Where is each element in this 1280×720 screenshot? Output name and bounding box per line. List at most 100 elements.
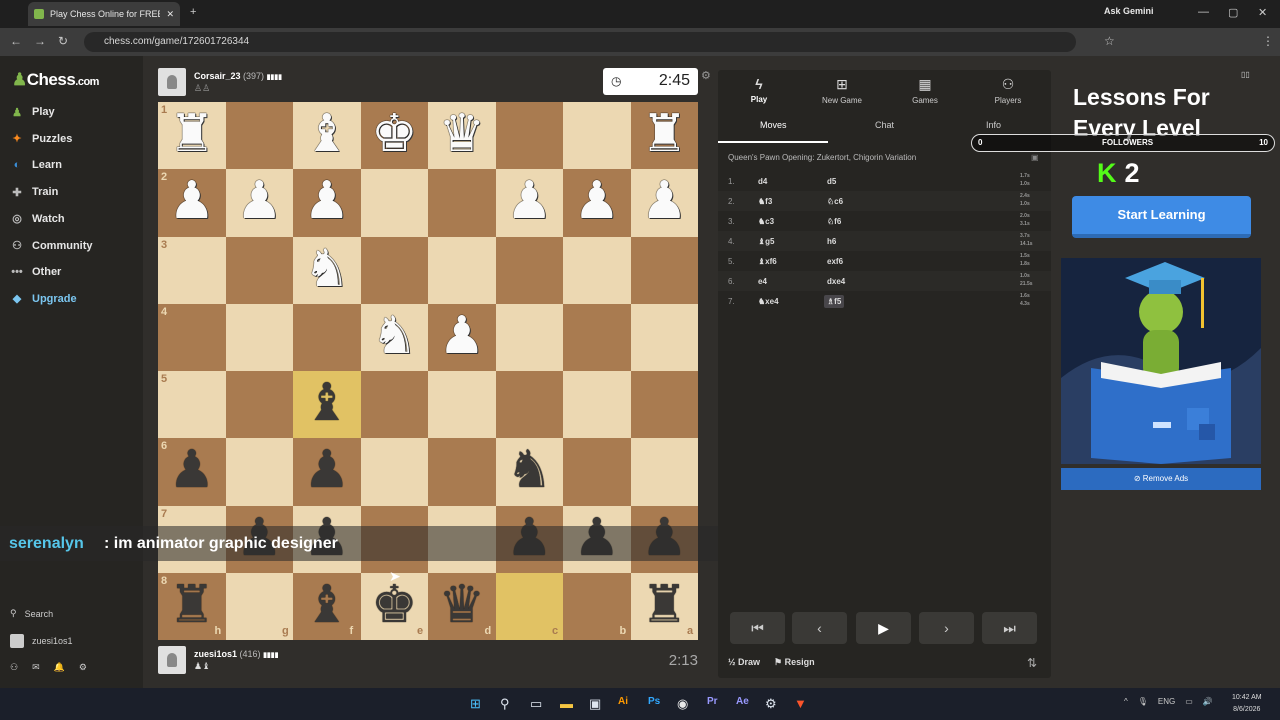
- ask-gemini-button[interactable]: Ask Gemini: [1104, 6, 1154, 16]
- black-piece[interactable]: ♝: [293, 371, 361, 438]
- board-square[interactable]: [495, 303, 563, 371]
- board-square[interactable]: [630, 438, 698, 506]
- board-square[interactable]: [428, 236, 496, 304]
- board-square[interactable]: [495, 236, 563, 304]
- white-move[interactable]: e4: [758, 277, 767, 286]
- brave-icon[interactable]: ▼: [794, 696, 807, 711]
- app-icon[interactable]: ⚙: [765, 696, 777, 712]
- black-piece[interactable]: ♜: [631, 573, 699, 640]
- subtab-chat[interactable]: Chat: [875, 120, 894, 130]
- opening-book-icon[interactable]: ▣: [1031, 153, 1039, 162]
- maximize-icon[interactable]: ▢: [1228, 6, 1238, 19]
- board-square[interactable]: [360, 236, 428, 304]
- white-move[interactable]: ♞c3: [758, 217, 774, 226]
- notifications-icon[interactable]: 🔔: [54, 662, 65, 673]
- bottom-player-avatar[interactable]: [158, 646, 186, 674]
- chrome-icon[interactable]: ◉: [677, 696, 688, 712]
- next-move-button[interactable]: ›: [919, 612, 974, 644]
- white-piece[interactable]: ♝: [293, 102, 361, 169]
- url-field[interactable]: chess.com/game/172601726344: [84, 32, 1076, 52]
- board-square[interactable]: [563, 371, 631, 439]
- network-icon[interactable]: ▭: [1185, 697, 1193, 706]
- board-square[interactable]: [630, 371, 698, 439]
- reload-icon[interactable]: ↻: [58, 34, 68, 48]
- white-piece[interactable]: ♞: [361, 304, 429, 371]
- board-settings-icon[interactable]: ⚙: [701, 69, 711, 82]
- white-move[interactable]: ♞xe4: [758, 297, 779, 306]
- sidebar-item-train[interactable]: ✚ Train: [10, 182, 58, 202]
- white-piece[interactable]: ♛: [428, 102, 496, 169]
- file-explorer-icon[interactable]: ▬: [560, 696, 573, 711]
- board-square[interactable]: [225, 102, 293, 170]
- ad-choices-icon[interactable]: ▯▯: [1241, 70, 1250, 79]
- last-move-button[interactable]: ⏭: [982, 612, 1037, 644]
- resign-button[interactable]: ⚑ Resign: [774, 657, 815, 668]
- chess-logo[interactable]: ♟Chess.com: [12, 70, 99, 90]
- start-learning-button[interactable]: Start Learning: [1072, 196, 1251, 238]
- black-move[interactable]: ♗f5: [824, 295, 845, 308]
- white-piece[interactable]: ♟: [563, 169, 631, 236]
- white-piece[interactable]: ♟: [428, 304, 496, 371]
- first-move-button[interactable]: ⏮: [730, 612, 785, 644]
- board-square[interactable]: [225, 303, 293, 371]
- after-effects-icon[interactable]: Ae: [736, 696, 749, 707]
- black-piece[interactable]: ♜: [158, 573, 226, 640]
- browser-tab[interactable]: Play Chess Online for FREE ✕: [28, 2, 180, 26]
- white-piece[interactable]: ♜: [631, 102, 699, 169]
- illustrator-icon[interactable]: Ai: [618, 696, 628, 707]
- subtab-moves[interactable]: Moves: [760, 120, 787, 130]
- board-square[interactable]: [225, 371, 293, 439]
- flip-board-icon[interactable]: ⇅: [1027, 656, 1037, 670]
- tab-new-game[interactable]: ⊞ New Game: [802, 76, 882, 105]
- white-move[interactable]: ♝g5: [758, 237, 775, 246]
- volume-icon[interactable]: 🔊: [1203, 697, 1213, 706]
- white-piece[interactable]: ♟: [158, 169, 226, 236]
- premiere-icon[interactable]: Pr: [707, 696, 718, 707]
- sidebar-item-learn[interactable]: ◐ Learn: [10, 155, 62, 175]
- sidebar-search[interactable]: ⚲ Search: [10, 608, 53, 619]
- board-square[interactable]: [495, 371, 563, 439]
- white-move[interactable]: d4: [758, 177, 767, 186]
- black-move[interactable]: dxe4: [824, 275, 848, 288]
- sidebar-item-puzzles[interactable]: ✦ Puzzles: [10, 129, 72, 149]
- play-moves-button[interactable]: ▶: [856, 612, 911, 644]
- white-move[interactable]: ♞f3: [758, 197, 772, 206]
- board-square[interactable]: [563, 102, 631, 170]
- board-square[interactable]: [158, 236, 226, 304]
- board-square[interactable]: [225, 438, 293, 506]
- white-piece[interactable]: ♟: [631, 169, 699, 236]
- black-piece[interactable]: ♞: [496, 438, 564, 505]
- settings-gear-icon[interactable]: ⚙: [79, 662, 87, 673]
- sidebar-user[interactable]: zuesi1os1: [10, 634, 73, 648]
- task-view-icon[interactable]: ▭: [530, 696, 542, 712]
- tab-play[interactable]: ϟ Play: [719, 76, 799, 104]
- board-square[interactable]: [293, 303, 361, 371]
- friends-icon[interactable]: ⚇: [10, 662, 18, 673]
- board-square[interactable]: [428, 169, 496, 237]
- black-move[interactable]: h6: [824, 235, 839, 248]
- new-tab-icon[interactable]: +: [190, 6, 196, 18]
- board-square[interactable]: [630, 236, 698, 304]
- bottom-player-name[interactable]: zuesi1os1: [194, 649, 237, 659]
- board-square[interactable]: [158, 303, 226, 371]
- board-square[interactable]: [360, 371, 428, 439]
- black-piece[interactable]: ♛: [428, 573, 496, 640]
- bookmark-star-icon[interactable]: ☆: [1104, 34, 1115, 48]
- draw-button[interactable]: ½ Draw: [728, 657, 760, 667]
- board-square[interactable]: [563, 303, 631, 371]
- board-square[interactable]: [158, 371, 226, 439]
- white-piece[interactable]: ♟: [226, 169, 294, 236]
- black-move[interactable]: d5: [824, 175, 839, 188]
- board-square[interactable]: [360, 169, 428, 237]
- board-square[interactable]: [225, 236, 293, 304]
- messages-icon[interactable]: ✉: [32, 662, 40, 673]
- sidebar-item-watch[interactable]: ◎ Watch: [10, 209, 64, 229]
- photoshop-icon[interactable]: Ps: [648, 696, 660, 707]
- forward-icon[interactable]: →: [34, 34, 46, 48]
- sidebar-item-other[interactable]: ••• Other: [10, 262, 61, 282]
- white-piece[interactable]: ♚: [361, 102, 429, 169]
- sidebar-item-upgrade[interactable]: ◆ Upgrade: [10, 289, 77, 309]
- board-square[interactable]: [360, 438, 428, 506]
- black-piece[interactable]: ♟: [293, 438, 361, 505]
- white-piece[interactable]: ♟: [496, 169, 564, 236]
